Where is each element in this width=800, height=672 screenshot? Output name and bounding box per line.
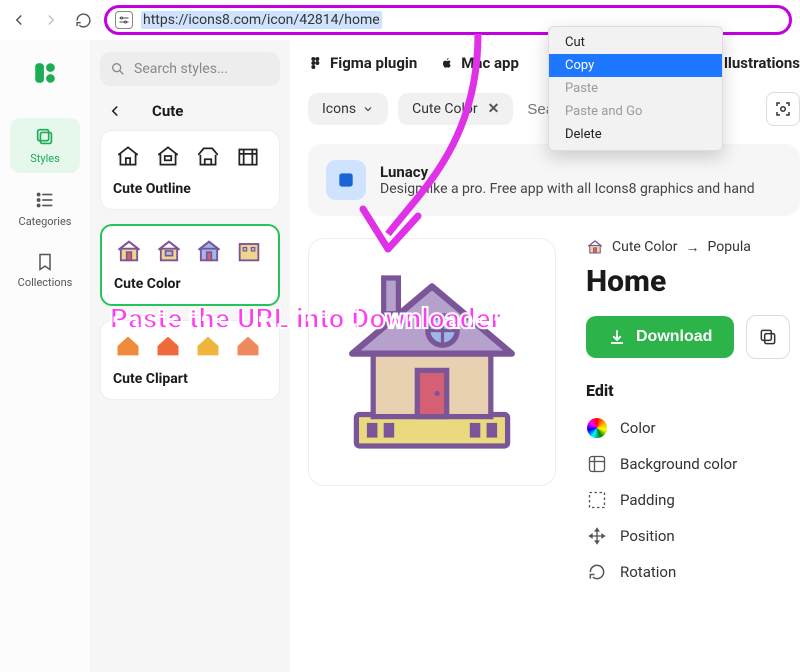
style-card-label: Cute Color — [114, 276, 266, 292]
lunacy-promo[interactable]: Lunacy Design like a pro. Free app with … — [308, 144, 800, 216]
chevron-down-icon — [362, 103, 374, 115]
reload-button[interactable] — [72, 9, 94, 31]
back-icon[interactable] — [106, 102, 124, 120]
house-mini-icon — [586, 238, 604, 256]
edit-header: Edit — [586, 381, 800, 400]
house-color-icon — [114, 236, 144, 266]
download-button[interactable]: Download — [586, 316, 734, 358]
house-outline-icon — [153, 141, 183, 171]
house-clipart-icon — [113, 331, 143, 361]
breadcrumb-style[interactable]: Cute Color — [612, 239, 678, 255]
main-content: Figma plugin Mac app Illustrations Icons… — [290, 40, 800, 672]
edit-rotation-label: Rotation — [620, 563, 676, 581]
context-delete[interactable]: Delete — [549, 123, 722, 146]
building-outline-icon — [233, 141, 263, 171]
context-menu: Cut Copy Paste Paste and Go Delete — [548, 26, 723, 151]
mac-app-link[interactable]: Mac app — [439, 54, 519, 72]
promo-title: Lunacy — [380, 163, 755, 181]
illustrations-link[interactable]: Illustrations — [720, 54, 800, 72]
icon-preview — [308, 238, 556, 486]
forward-button[interactable] — [40, 9, 62, 31]
context-copy[interactable]: Copy — [549, 54, 722, 77]
edit-color[interactable]: Color — [586, 410, 800, 446]
rail-styles-label: Styles — [30, 152, 60, 165]
copy-button[interactable] — [746, 315, 790, 359]
rotation-icon — [586, 561, 608, 583]
search-styles-input[interactable]: Search styles... — [100, 52, 280, 86]
house-clipart-icon — [233, 331, 263, 361]
house-clipart-icon — [193, 331, 223, 361]
house-outline-icon — [113, 141, 143, 171]
edit-position[interactable]: Position — [586, 518, 800, 554]
padding-icon — [586, 489, 608, 511]
style-panel: Search styles... Cute Cute Outline — [90, 40, 290, 672]
style-card-label: Cute Outline — [113, 181, 267, 197]
building-color-icon — [234, 236, 264, 266]
edit-position-label: Position — [620, 527, 675, 545]
edit-bg-label: Background color — [620, 455, 737, 473]
context-paste-and-go: Paste and Go — [549, 100, 722, 123]
rail-collections[interactable]: Collections — [10, 244, 80, 297]
position-icon — [586, 525, 608, 547]
arrow-right-icon: → — [686, 239, 700, 256]
filter-chip-cute-color[interactable]: Cute Color ✕ — [398, 93, 513, 125]
breadcrumb-popular[interactable]: Popula — [708, 239, 751, 255]
visual-search-button[interactable] — [766, 92, 800, 126]
figma-icon — [308, 55, 324, 71]
icons-dropdown[interactable]: Icons — [308, 93, 388, 125]
color-wheel-icon — [587, 418, 607, 438]
style-card-cute-color[interactable]: Cute Color — [100, 224, 280, 306]
house-outline-icon — [193, 141, 223, 171]
download-icon — [608, 328, 626, 346]
promo-body: Design like a pro. Free app with all Ico… — [380, 181, 755, 197]
rail-collections-label: Collections — [18, 276, 73, 289]
download-label: Download — [636, 328, 712, 346]
search-styles-placeholder: Search styles... — [134, 61, 228, 77]
back-button[interactable] — [8, 9, 30, 31]
house-color-icon — [194, 236, 224, 266]
context-paste: Paste — [549, 77, 722, 100]
style-card-cute-outline[interactable]: Cute Outline — [100, 130, 280, 210]
edit-bg-color[interactable]: Background color — [586, 446, 800, 482]
apple-icon — [439, 55, 455, 71]
edit-rotation[interactable]: Rotation — [586, 554, 800, 590]
mac-app-label: Mac app — [461, 54, 519, 72]
rail-categories-label: Categories — [19, 215, 72, 228]
site-settings-icon[interactable] — [115, 11, 133, 29]
icons8-logo[interactable] — [30, 58, 60, 88]
home-icon-large — [327, 257, 537, 467]
scan-icon — [774, 100, 792, 118]
url-text[interactable]: https://icons8.com/icon/42814/home — [141, 11, 382, 29]
rail-categories[interactable]: Categories — [10, 181, 80, 236]
breadcrumb: Cute Color → Popula — [586, 238, 800, 256]
copy-icon — [758, 327, 778, 347]
icons-dropdown-label: Icons — [322, 101, 356, 117]
house-clipart-icon — [153, 331, 183, 361]
rail-styles[interactable]: Styles — [10, 118, 80, 173]
filter-chip-label: Cute Color — [412, 101, 478, 117]
style-card-label: Cute Clipart — [113, 371, 267, 387]
lunacy-icon — [326, 160, 366, 200]
figma-plugin-link[interactable]: Figma plugin — [308, 54, 417, 72]
search-icon — [110, 61, 126, 77]
left-rail: Styles Categories Collections — [0, 40, 90, 672]
background-icon — [586, 453, 608, 475]
edit-padding[interactable]: Padding — [586, 482, 800, 518]
edit-color-label: Color — [620, 419, 656, 437]
house-color-icon — [154, 236, 184, 266]
context-cut[interactable]: Cut — [549, 31, 722, 54]
figma-plugin-label: Figma plugin — [330, 54, 417, 72]
icon-title: Home — [586, 264, 800, 299]
close-icon[interactable]: ✕ — [488, 101, 500, 117]
panel-title: Cute — [152, 102, 183, 120]
edit-padding-label: Padding — [620, 491, 675, 509]
style-card-cute-clipart[interactable]: Cute Clipart — [100, 320, 280, 400]
